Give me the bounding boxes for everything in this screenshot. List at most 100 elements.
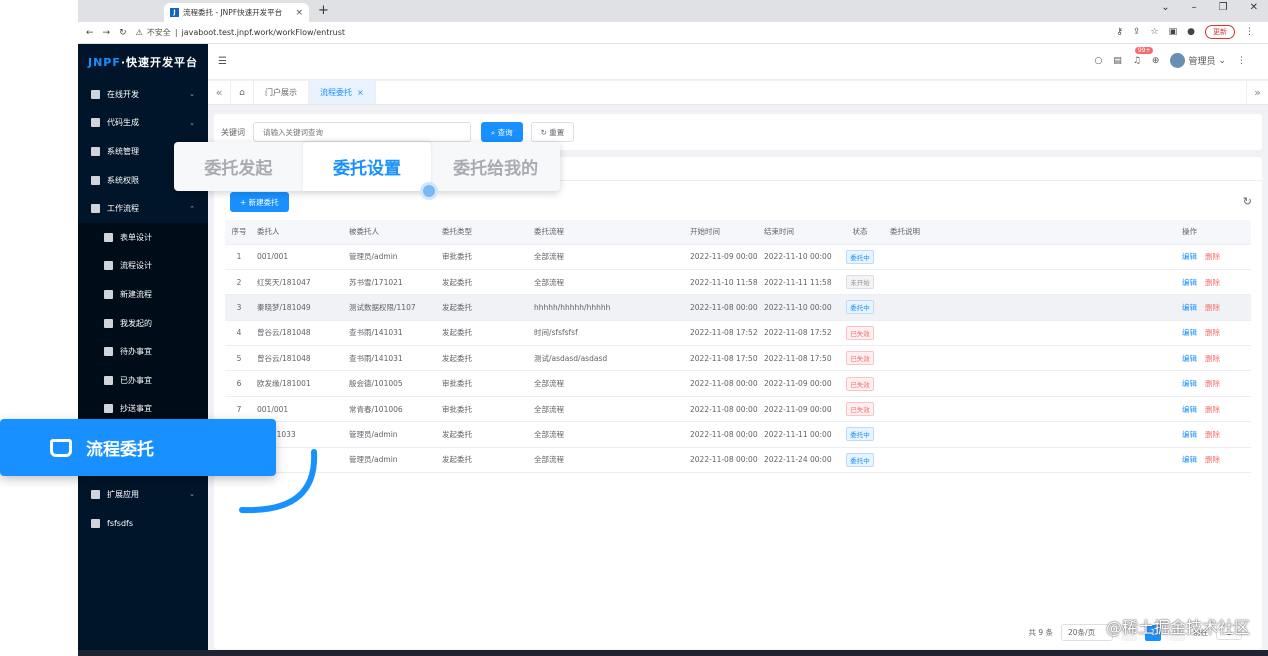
keyword-input[interactable] xyxy=(253,122,471,142)
row-to: 测试数据权限/1107 xyxy=(345,294,438,321)
new-entrust-button[interactable]: + 新建委托 xyxy=(230,192,289,212)
update-button[interactable]: 更新 xyxy=(1205,25,1235,39)
reset-button[interactable]: ↻ 重置 xyxy=(530,122,575,142)
edit-link[interactable]: 编辑 xyxy=(1182,303,1197,312)
scroll-right-icon[interactable]: » xyxy=(1246,81,1268,104)
more-icon[interactable]: ⋮ xyxy=(1237,56,1246,66)
logo-mark: JNPF xyxy=(88,55,121,69)
sidebar-subitem-todo[interactable]: 待办事宜 xyxy=(78,337,208,366)
tab-entrust-settings[interactable]: 委托设置 xyxy=(302,142,432,191)
status-badge: 已失效 xyxy=(846,402,874,417)
address-bar: ← → ↻ ⚠ 不安全 | javaboot.test.jnpf.work/wo… xyxy=(78,22,1268,44)
delete-link[interactable]: 删除 xyxy=(1205,354,1220,363)
row-flow: 全部流程 xyxy=(530,370,686,397)
browser-tab[interactable]: J 流程委托 - JNPF快速开发平台 × xyxy=(164,3,309,22)
minimize-icon[interactable]: – xyxy=(1192,2,1197,13)
delete-link[interactable]: 删除 xyxy=(1205,430,1220,439)
edit-link[interactable]: 编辑 xyxy=(1182,405,1197,414)
menu-icon[interactable]: ⋮ xyxy=(1245,27,1254,37)
scroll-left-icon[interactable]: « xyxy=(208,81,230,104)
row-to: 常青春/101006 xyxy=(345,396,438,423)
close-window-icon[interactable]: ✕ xyxy=(1250,2,1258,13)
tab-entrusted-to-me[interactable]: 委托给我的 xyxy=(431,142,560,191)
back-icon[interactable]: ← xyxy=(86,28,94,38)
profile-icon[interactable]: ● xyxy=(1187,27,1195,37)
chevron-down-icon[interactable]: ⌄ xyxy=(1161,2,1169,13)
header-actions: ○ ▤ ♫ 99+ ⊕ 管理员 ⌄ ⋮ xyxy=(1094,46,1246,68)
row-note xyxy=(886,447,1178,474)
sidebar-item-label: 待办事宜 xyxy=(120,347,152,357)
query-button[interactable]: ⌕ 查询 xyxy=(481,122,523,142)
share-icon[interactable]: ⇪ xyxy=(1133,27,1141,37)
sidebar-item-codegen[interactable]: 代码生成 ⌄ xyxy=(78,109,208,138)
sidebar-subitem-new-flow[interactable]: 新建流程 xyxy=(78,280,208,309)
form-icon xyxy=(104,232,113,242)
row-start: 2022-11-10 11:58 xyxy=(686,269,760,296)
close-icon[interactable]: × xyxy=(357,88,364,97)
delete-link[interactable]: 删除 xyxy=(1205,328,1220,337)
top-header: ☰ ○ ▤ ♫ 99+ ⊕ 管理员 ⌄ ⋮ xyxy=(208,44,1268,80)
star-icon[interactable]: ☆ xyxy=(1151,27,1159,37)
delete-link[interactable]: 删除 xyxy=(1205,405,1220,414)
sidebar-subitem-form-design[interactable]: 表单设计 xyxy=(78,222,208,252)
row-status: 委托中 xyxy=(834,421,886,448)
row-from: 曾谷云/181048 xyxy=(253,320,345,347)
menu-toggle-icon[interactable]: ☰ xyxy=(218,56,227,67)
sidebar-item-extensions[interactable]: 扩展应用 ⌄ xyxy=(78,480,208,509)
user-menu[interactable]: 管理员 ⌄ xyxy=(1170,53,1226,68)
row-start: 2022-11-08 00:00 xyxy=(686,294,760,321)
delete-link[interactable]: 删除 xyxy=(1205,278,1220,287)
main-area: ☰ ○ ▤ ♫ 99+ ⊕ 管理员 ⌄ ⋮ « ⌂ 门户展示 流程委托 × » 关键… xyxy=(208,44,1268,656)
edit-link[interactable]: 编辑 xyxy=(1182,278,1197,287)
entrust-callout[interactable]: 流程委托 xyxy=(0,419,276,476)
restore-icon[interactable]: ❐ xyxy=(1219,2,1228,13)
edit-link[interactable]: 编辑 xyxy=(1182,354,1197,363)
forward-icon[interactable]: → xyxy=(103,28,111,38)
sidebar-subitem-flow-design[interactable]: 流程设计 xyxy=(78,251,208,281)
url-text[interactable]: javaboot.test.jnpf.work/workFlow/entrust xyxy=(182,28,346,37)
row-actions: 编辑 删除 xyxy=(1178,370,1251,397)
apps-icon xyxy=(91,489,100,499)
globe-icon[interactable]: ⊕ xyxy=(1152,56,1160,66)
edit-link[interactable]: 编辑 xyxy=(1182,252,1197,261)
search-icon[interactable]: ○ xyxy=(1094,56,1102,66)
row-to: 管理员/admin xyxy=(345,421,438,448)
reload-icon[interactable]: ↻ xyxy=(119,28,127,38)
callout-label: 流程委托 xyxy=(86,440,154,460)
delete-link[interactable]: 删除 xyxy=(1205,379,1220,388)
row-actions: 编辑 删除 xyxy=(1178,320,1251,347)
sidebar-item-fsfsdfs[interactable]: fsfsdfs xyxy=(78,509,208,538)
message-icon[interactable]: ▤ xyxy=(1113,56,1122,66)
close-tab-icon[interactable]: × xyxy=(295,8,303,18)
table-row: 2 红笑天/181047 苏书雪/171021 发起委托 全部流程 2022-11-10 … xyxy=(225,269,1251,296)
edit-link[interactable]: 编辑 xyxy=(1182,430,1197,439)
tab-entrust-launch[interactable]: 委托发起 xyxy=(174,142,303,191)
browser-tab-title: 流程委托 - JNPF快速开发平台 xyxy=(183,8,283,17)
sidebar-subitem-my-launched[interactable]: 我发起的 xyxy=(78,308,208,338)
tag-portal[interactable]: 门户展示 xyxy=(254,81,309,104)
delete-link[interactable]: 删除 xyxy=(1205,252,1220,261)
tag-entrust[interactable]: 流程委托 × xyxy=(309,81,376,104)
row-to: 殷会德/101005 xyxy=(345,370,438,397)
sidebar-item-label: fsfsdfs xyxy=(107,518,134,528)
home-icon[interactable]: ⌂ xyxy=(230,81,254,104)
refresh-icon[interactable]: ↻ xyxy=(1243,195,1252,208)
sidebar-item-online-dev[interactable]: 在线开发 ⌄ xyxy=(78,80,208,109)
edit-link[interactable]: 编辑 xyxy=(1182,379,1197,388)
new-tab-button[interactable]: + xyxy=(318,3,329,18)
edit-link[interactable]: 编辑 xyxy=(1182,455,1197,464)
sidebar-item-workflow[interactable]: 工作流程 ⌃ xyxy=(78,194,208,223)
url-field[interactable]: ⚠ 不安全 | javaboot.test.jnpf.work/workFlow… xyxy=(136,27,345,38)
col-from: 委托人 xyxy=(253,220,345,245)
sidepanel-icon[interactable]: ▣ xyxy=(1169,27,1178,37)
edit-link[interactable]: 编辑 xyxy=(1182,328,1197,337)
delete-link[interactable]: 删除 xyxy=(1205,303,1220,312)
cc-icon xyxy=(104,404,113,414)
logo-text: ·快速开发平台 xyxy=(120,56,199,69)
delete-link[interactable]: 删除 xyxy=(1205,455,1220,464)
key-icon[interactable]: ⚷ xyxy=(1116,27,1123,37)
status-badge: 已失效 xyxy=(846,325,874,340)
bell-icon[interactable]: ♫ 99+ xyxy=(1133,46,1154,66)
sidebar-item-label: 系统管理 xyxy=(107,146,139,156)
sidebar-subitem-done[interactable]: 已办事宜 xyxy=(78,365,208,395)
